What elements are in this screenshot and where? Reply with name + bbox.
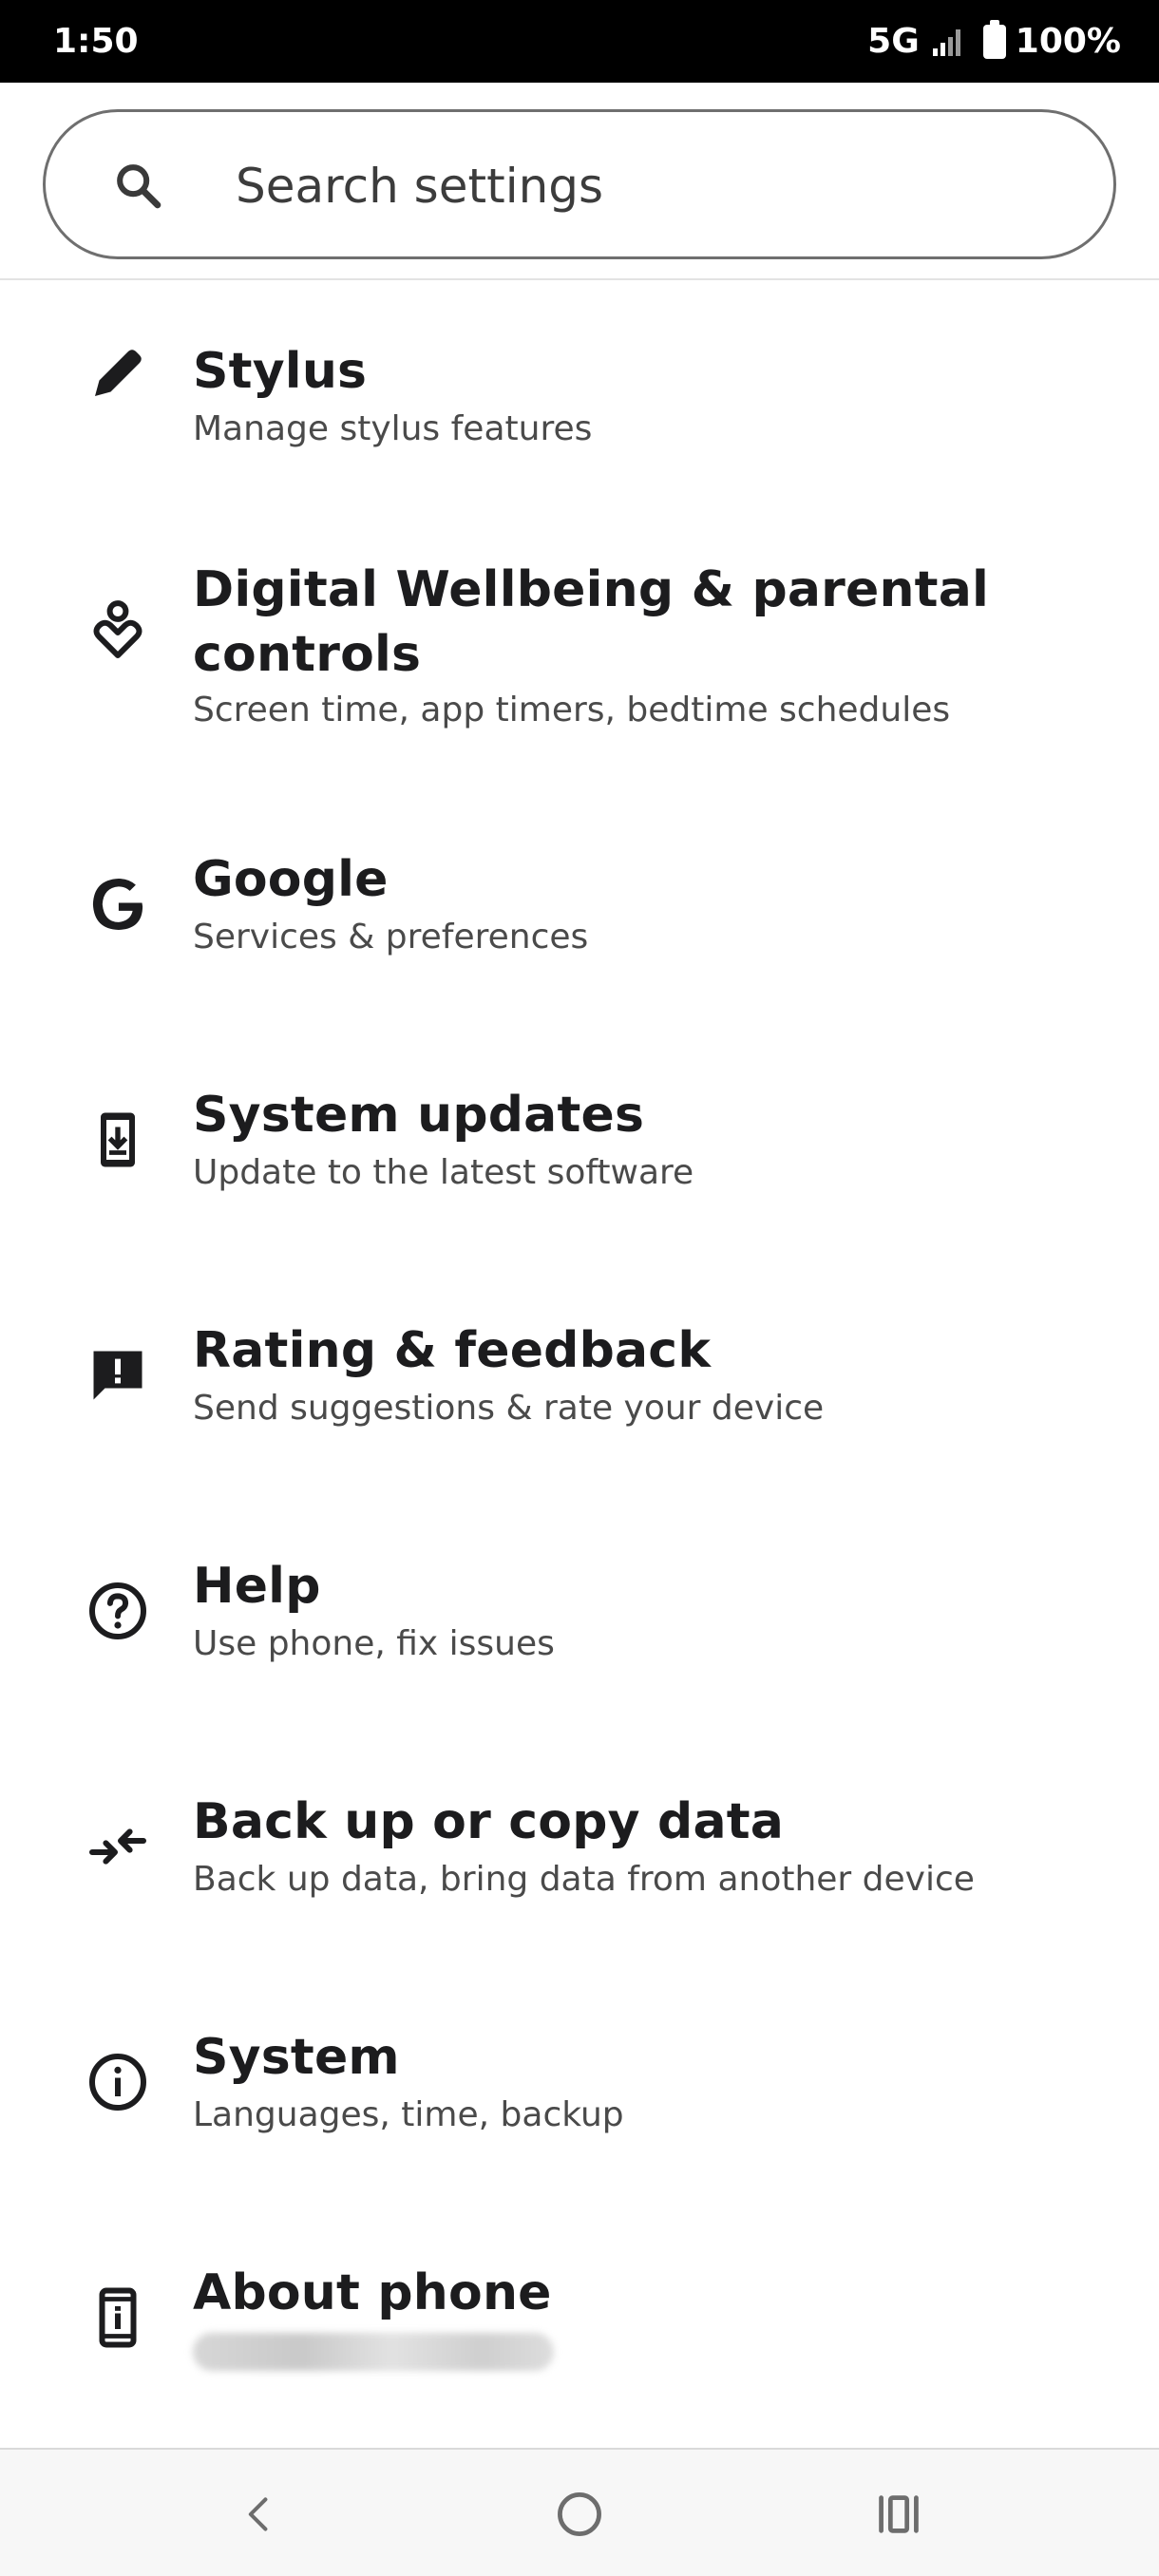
- settings-item-subtitle: Screen time, app timers, bedtime schedul…: [193, 691, 951, 729]
- navigation-bar: [0, 2448, 1159, 2576]
- settings-item-help[interactable]: Help Use phone, fix issues: [0, 1554, 1159, 1715]
- recents-icon: [879, 2495, 919, 2533]
- settings-item-system[interactable]: System Languages, time, backup: [0, 2025, 1159, 2187]
- search-bar[interactable]: [43, 109, 1116, 259]
- feedback-icon: [93, 1351, 142, 1400]
- battery-icon: [982, 19, 1006, 59]
- settings-item-title: System updates: [193, 1087, 645, 1144]
- signal-icon: [932, 28, 960, 56]
- settings-item-subtitle: Send suggestions & rate your device: [193, 1389, 825, 1428]
- search-header: [0, 83, 1159, 280]
- settings-item-title: Google: [193, 851, 389, 908]
- settings-item-google[interactable]: Google Services & preferences: [0, 847, 1159, 1009]
- info-icon: [89, 2054, 146, 2111]
- settings-item-subtitle: Manage stylus features: [193, 409, 593, 448]
- settings-item-title: Digital Wellbeing & parental controls: [193, 561, 990, 683]
- back-icon: [248, 2497, 268, 2531]
- settings-item-stylus[interactable]: Stylus Manage stylus features: [0, 339, 1159, 501]
- settings-item-title: Back up or copy data: [193, 1793, 785, 1850]
- settings-item-subtitle: Use phone, fix issues: [193, 1624, 555, 1663]
- settings-item-subtitle: Update to the latest software: [193, 1153, 694, 1192]
- status-bar: 1:50 5G 100%: [0, 0, 1159, 83]
- settings-item-digital-wellbeing[interactable]: Digital Wellbeing & parental controls Sc…: [0, 558, 1159, 748]
- home-icon: [558, 2492, 601, 2536]
- settings-item-backup-copy[interactable]: Back up or copy data Back up data, bring…: [0, 1790, 1159, 1951]
- about-phone-icon: [99, 2287, 137, 2348]
- backup-copy-icon: [89, 1828, 146, 1865]
- google-icon: [92, 879, 143, 930]
- status-indicators: 5G 100%: [867, 19, 1121, 61]
- settings-item-title: Rating & feedback: [193, 1322, 712, 1379]
- device-model-blurred: [193, 2329, 1105, 2371]
- help-icon: [89, 1582, 146, 1639]
- search-icon: [117, 164, 162, 209]
- system-update-icon: [101, 1112, 135, 1167]
- stylus-icon: [95, 350, 142, 396]
- settings-item-about-phone[interactable]: About phone: [0, 2261, 1159, 2422]
- status-time: 1:50: [53, 22, 139, 61]
- battery-percent: 100%: [1015, 22, 1121, 61]
- settings-item-title: Stylus: [193, 343, 368, 400]
- settings-item-subtitle: Services & preferences: [193, 918, 589, 957]
- digital-wellbeing-icon: [93, 600, 142, 658]
- network-type: 5G: [867, 22, 920, 61]
- back-button[interactable]: [221, 2476, 297, 2552]
- settings-item-system-updates[interactable]: System updates Update to the latest soft…: [0, 1083, 1159, 1244]
- settings-item-subtitle: Back up data, bring data from another de…: [193, 1860, 975, 1899]
- settings-item-subtitle: Languages, time, backup: [193, 2095, 624, 2134]
- home-button[interactable]: [542, 2476, 618, 2552]
- settings-item-title: System: [193, 2029, 400, 2086]
- recents-button[interactable]: [861, 2476, 937, 2552]
- blurred-text: [193, 2333, 554, 2371]
- settings-item-title: Help: [193, 1558, 321, 1615]
- settings-item-title: About phone: [193, 2264, 552, 2321]
- search-input[interactable]: [236, 150, 1072, 222]
- settings-item-rating-feedback[interactable]: Rating & feedback Send suggestions & rat…: [0, 1318, 1159, 1480]
